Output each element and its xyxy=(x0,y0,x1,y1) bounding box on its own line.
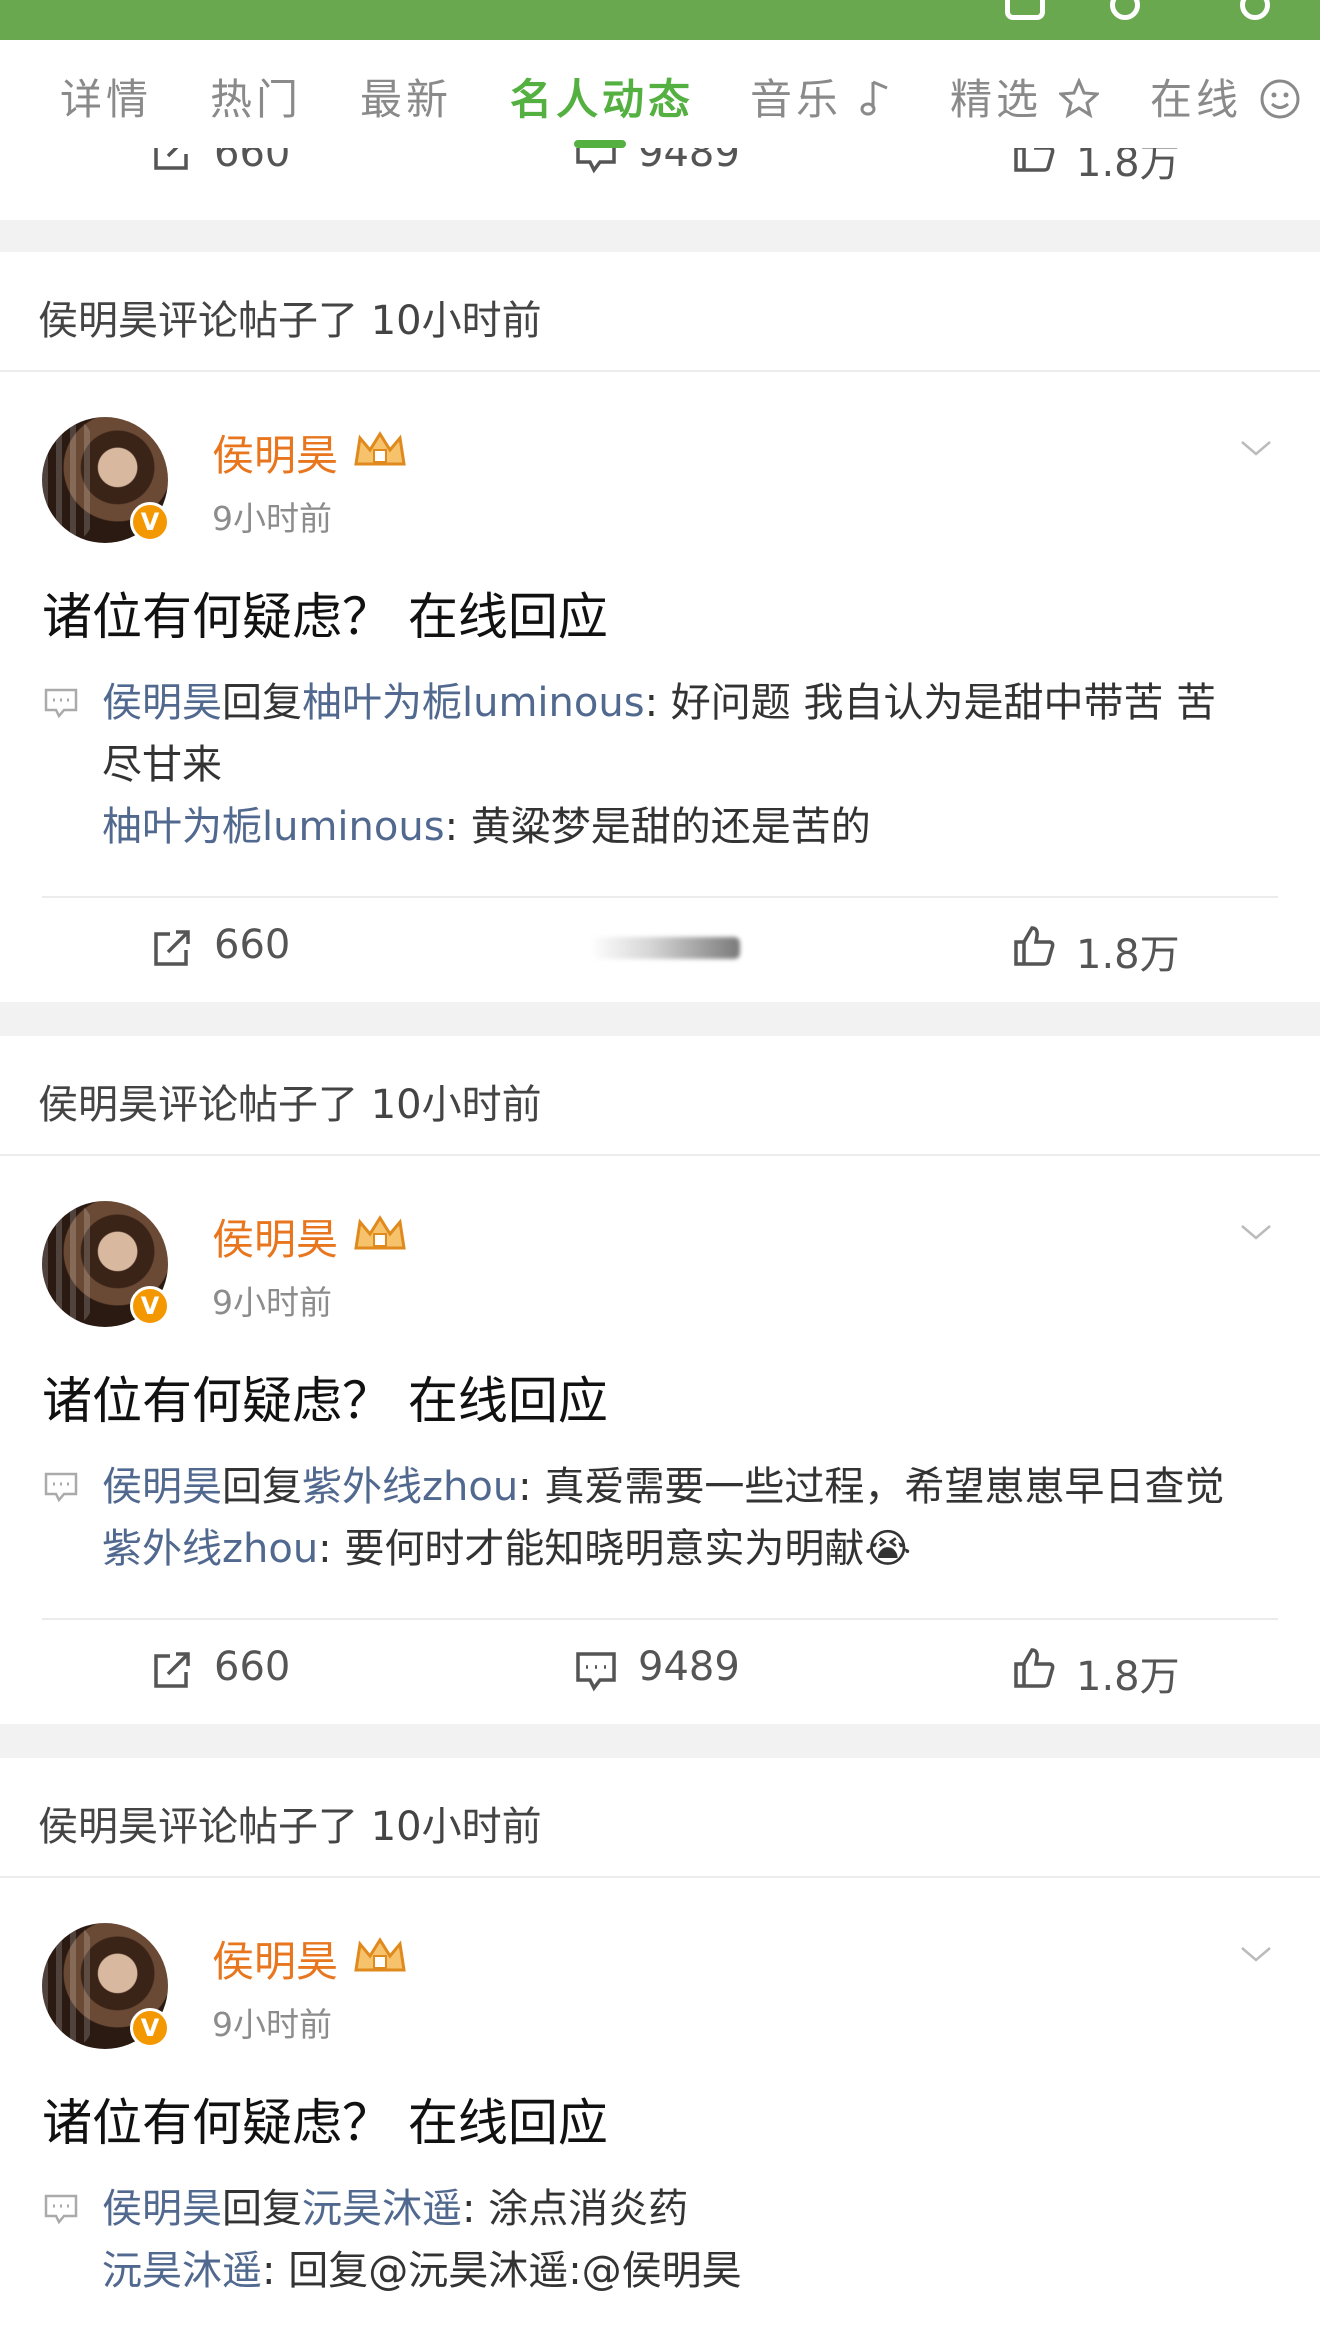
tab-featured-label: 精选 xyxy=(950,75,1043,124)
tab-latest[interactable]: 最新 xyxy=(360,66,452,127)
activity-header: 侯明昊评论帖子了 10小时前 xyxy=(0,252,1320,372)
original-author-link[interactable]: 紫外线zhou xyxy=(102,1526,318,1572)
reply-text: : 好问题 我自认为是甜中带苦 苦 xyxy=(644,680,1217,726)
tab-music[interactable]: 音乐 xyxy=(750,66,893,127)
original-author-link[interactable]: 柚叶为栀luminous xyxy=(102,804,445,850)
activity-header-text: 侯明昊评论帖子了 10小时前 xyxy=(38,1082,542,1128)
reply-author-link[interactable]: 侯明昊 xyxy=(102,1464,222,1510)
like-count[interactable]: 1.8万 xyxy=(1076,148,1180,188)
tab-details[interactable]: 详情 xyxy=(60,66,152,127)
crown-icon xyxy=(354,1937,406,1972)
activity-header-text: 侯明昊评论帖子了 10小时前 xyxy=(38,1804,542,1850)
reply-line: 侯明昊回复沅昊沐遥: 涂点消炎药 xyxy=(102,2178,688,2240)
activity-header: 侯明昊评论帖子了 10小时前 xyxy=(0,1758,1320,1878)
activity-header: 侯明昊评论帖子了 10小时前 xyxy=(0,1036,1320,1156)
battery-icon xyxy=(1005,0,1045,20)
reply-text: : 真爱需要一些过程，希望崽崽早日查觉 xyxy=(518,1464,1225,1510)
verified-badge-icon: V xyxy=(130,502,170,542)
more-icon xyxy=(1240,0,1270,20)
tab-bar: 详情 热门 最新 名人动态 音乐 精选 在线 xyxy=(0,40,1320,148)
divider xyxy=(42,896,1278,898)
post-time: 9小时前 xyxy=(212,1283,332,1322)
post-card[interactable]: V 侯明昊 9小时前 诸位有何疑虑？ 在线回应 侯明昊回复柚叶为栀luminou… xyxy=(0,372,1320,1002)
post-time: 9小时前 xyxy=(212,499,332,538)
share-icon[interactable] xyxy=(150,926,194,970)
post-title: 诸位有何疑虑？ 在线回应 xyxy=(42,2094,608,2152)
status-bar xyxy=(0,0,1320,40)
smiley-icon xyxy=(1260,79,1300,119)
author-name[interactable]: 侯明昊 xyxy=(212,422,338,483)
chevron-down-icon[interactable] xyxy=(1240,1216,1272,1248)
tab-online[interactable]: 在线 xyxy=(1150,66,1301,127)
reply-target-link[interactable]: 紫外线zhou xyxy=(302,1464,518,1510)
reply-text-continued: 尽甘来 xyxy=(102,742,222,788)
author-name[interactable]: 侯明昊 xyxy=(212,1928,338,1989)
tab-featured[interactable]: 精选 xyxy=(950,66,1101,127)
reply-line: 侯明昊回复紫外线zhou: 真爱需要一些过程，希望崽崽早日查觉 xyxy=(102,1456,1224,1518)
share-icon[interactable] xyxy=(150,1648,194,1692)
verified-badge-icon: V xyxy=(130,1286,170,1326)
share-count[interactable]: 660 xyxy=(214,148,290,176)
like-icon[interactable] xyxy=(1012,1646,1056,1690)
reply-word: 回复 xyxy=(222,2186,302,2232)
chevron-down-icon[interactable] xyxy=(1240,432,1272,464)
reply-word: 回复 xyxy=(222,680,302,726)
original-comment-line: 紫外线zhou: 要何时才能知晓明意实为明献😭 xyxy=(102,1518,911,1580)
chevron-down-icon[interactable] xyxy=(1240,1938,1272,1970)
comment-count-blurred[interactable] xyxy=(590,937,740,959)
tab-celebrity-updates[interactable]: 名人动态 xyxy=(510,66,694,127)
original-comment-line: 柚叶为栀luminous: 黄粱梦是甜的还是苦的 xyxy=(102,796,871,858)
comment-small-icon xyxy=(44,1472,78,1502)
share-count[interactable]: 660 xyxy=(214,922,290,968)
share-icon[interactable] xyxy=(150,148,194,174)
search-icon xyxy=(1110,0,1140,20)
original-comment-text: : 要何时才能知晓明意实为明献😭 xyxy=(318,1526,912,1572)
comment-small-icon xyxy=(44,688,78,718)
like-icon[interactable] xyxy=(1012,924,1056,968)
original-comment-line: 沅昊沐遥: 回复@沅昊沐遥:@侯明昊 xyxy=(102,2240,742,2302)
tab-hot[interactable]: 热门 xyxy=(210,66,302,127)
comment-icon[interactable] xyxy=(574,1648,618,1692)
post-card[interactable]: V 侯明昊 9小时前 诸位有何疑虑？ 在线回应 侯明昊回复沅昊沐遥: 涂点消炎药… xyxy=(0,1878,1320,2347)
comment-small-icon xyxy=(44,2194,78,2224)
author-name[interactable]: 侯明昊 xyxy=(212,1206,338,1267)
like-count[interactable]: 1.8万 xyxy=(1076,922,1180,980)
post-title: 诸位有何疑虑？ 在线回应 xyxy=(42,588,608,646)
divider xyxy=(42,1618,1278,1620)
verified-badge-icon: V xyxy=(130,2008,170,2048)
reply-target-link[interactable]: 柚叶为栀luminous xyxy=(302,680,645,726)
comment-count[interactable]: 9489 xyxy=(638,1644,740,1690)
previous-post-stats: 660 9489 1.8万 xyxy=(0,148,1320,220)
comment-count[interactable]: 9489 xyxy=(638,148,740,176)
comment-icon[interactable] xyxy=(574,148,618,174)
star-icon xyxy=(1057,77,1101,119)
like-icon[interactable] xyxy=(1012,148,1056,174)
reply-word: 回复 xyxy=(222,1464,302,1510)
share-count[interactable]: 660 xyxy=(214,1644,290,1690)
reply-text: : 涂点消炎药 xyxy=(462,2186,689,2232)
reply-author-link[interactable]: 侯明昊 xyxy=(102,680,222,726)
original-author-link[interactable]: 沅昊沐遥 xyxy=(102,2248,262,2294)
original-comment-text: : 回复@沅昊沐遥:@侯明昊 xyxy=(262,2248,742,2294)
post-card[interactable]: V 侯明昊 9小时前 诸位有何疑虑？ 在线回应 侯明昊回复紫外线zhou: 真爱… xyxy=(0,1156,1320,1724)
reply-author-link[interactable]: 侯明昊 xyxy=(102,2186,222,2232)
reply-line: 侯明昊回复柚叶为栀luminous: 好问题 我自认为是甜中带苦 苦 xyxy=(102,672,1216,734)
like-count[interactable]: 1.8万 xyxy=(1076,1644,1180,1702)
post-time: 9小时前 xyxy=(212,2005,332,2044)
tab-music-label: 音乐 xyxy=(750,75,843,124)
activity-header-text: 侯明昊评论帖子了 10小时前 xyxy=(38,298,542,344)
reply-line-continued: 尽甘来 xyxy=(102,734,222,796)
post-title: 诸位有何疑虑？ 在线回应 xyxy=(42,1372,608,1430)
crown-icon xyxy=(354,431,406,466)
reply-target-link[interactable]: 沅昊沐遥 xyxy=(302,2186,462,2232)
original-comment-text: : 黄粱梦是甜的还是苦的 xyxy=(444,804,871,850)
crown-icon xyxy=(354,1215,406,1250)
tab-online-label: 在线 xyxy=(1150,75,1243,124)
active-tab-indicator xyxy=(574,140,626,148)
music-note-icon xyxy=(860,80,888,116)
